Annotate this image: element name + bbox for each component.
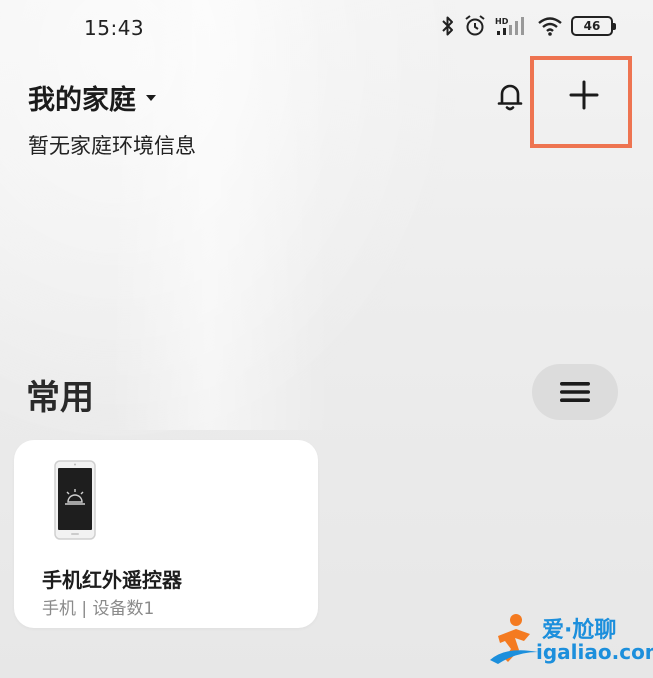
alarm-icon — [463, 14, 487, 38]
home-selector[interactable]: 我的家庭 — [28, 78, 156, 117]
status-bar: 15:43 HD 46 — [0, 0, 653, 58]
menu-button[interactable] — [532, 364, 618, 420]
home-title: 我的家庭 — [28, 85, 136, 116]
watermark-domain: igaliao.com — [536, 640, 653, 664]
home-environment-info: 暂无家庭环境信息 — [28, 134, 196, 158]
watermark-logo: 爱·尬聊 igaliao.com — [486, 608, 653, 672]
dropdown-caret-icon — [146, 94, 156, 101]
bell-icon — [497, 84, 523, 111]
hamburger-menu-icon — [560, 382, 590, 402]
battery-level: 46 — [583, 19, 601, 33]
signal-icon: HD — [495, 15, 529, 37]
network-type-label: HD — [495, 17, 509, 26]
add-button[interactable] — [561, 72, 607, 118]
plus-icon — [569, 80, 599, 110]
status-icons: HD 46 — [441, 14, 616, 38]
device-card[interactable]: 手机红外遥控器 手机 | 设备数1 — [14, 440, 318, 628]
section-title: 常用 — [26, 378, 94, 418]
bluetooth-icon — [441, 15, 455, 37]
phone-ir-remote-icon — [54, 460, 96, 540]
background-light — [110, 0, 330, 430]
device-name: 手机红外遥控器 — [42, 568, 182, 592]
status-time: 15:43 — [84, 16, 145, 40]
battery-icon: 46 — [571, 16, 616, 36]
device-meta: 手机 | 设备数1 — [42, 599, 155, 619]
notifications-button[interactable] — [490, 76, 530, 116]
wifi-icon — [537, 15, 563, 37]
